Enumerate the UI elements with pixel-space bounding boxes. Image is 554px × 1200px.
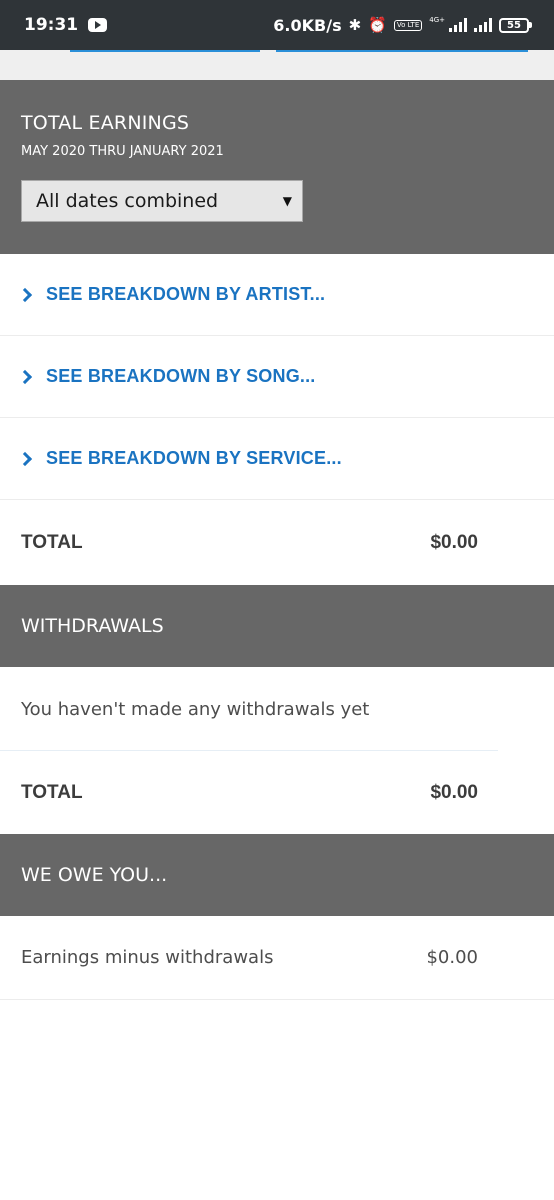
withdrawals-total-label: TOTAL [21,781,83,803]
battery-tip [529,22,532,28]
owed-row: Earnings minus withdrawals $0.00 [0,916,554,1000]
owed-label: Earnings minus withdrawals [21,947,274,968]
dropdown-arrow-icon: ▼ [282,194,292,208]
withdrawals-total-row: TOTAL $0.00 [0,751,554,834]
earnings-total-row: TOTAL $0.00 [0,501,554,585]
owed-value: $0.00 [426,947,478,968]
network-type: 4G+ [429,16,445,24]
volte-icon: Vo LTE [393,19,423,31]
chevron-right-icon [17,369,33,384]
breakdown-label: SEE BREAKDOWN BY SONG... [46,366,316,386]
withdrawals-total-value: $0.00 [430,781,478,803]
signal-icon-2 [474,18,492,32]
owed-header: WE OWE YOU... [0,834,554,916]
battery-icon: 55 [499,17,532,33]
date-filter-value: All dates combined [36,190,219,212]
earnings-header: TOTAL EARNINGS MAY 2020 THRU JANUARY 202… [0,80,554,254]
date-filter-select[interactable]: All dates combined ▼ [21,180,303,222]
breakdown-by-artist-link[interactable]: SEE BREAKDOWN BY ARTIST... [0,254,554,336]
earnings-total-label: TOTAL [21,532,83,553]
earnings-date-range: MAY 2020 THRU JANUARY 2021 [21,144,224,159]
owed-title: WE OWE YOU... [21,864,168,886]
status-right: 6.0KB/s ✱ ⏰ Vo LTE 4G+ 55 [273,16,532,35]
breakdown-by-song-link[interactable]: SEE BREAKDOWN BY SONG... [0,336,554,418]
top-tab-strip [0,50,554,80]
bluetooth-icon: ✱ [348,15,362,34]
breakdown-label: SEE BREAKDOWN BY ARTIST... [46,284,326,304]
breakdown-by-service-link[interactable]: SEE BREAKDOWN BY SERVICE... [0,418,554,500]
chevron-right-icon [17,287,33,302]
earnings-total-value: $0.00 [430,532,478,553]
youtube-icon [88,18,108,32]
status-left: 19:31 [24,15,108,35]
battery-level: 55 [499,17,529,33]
tab-indicator-right [276,50,528,52]
chevron-right-icon [17,451,33,466]
status-time: 19:31 [24,15,79,35]
withdrawals-empty-text: You haven't made any withdrawals yet [21,698,370,720]
earnings-title: TOTAL EARNINGS [21,112,190,134]
tab-indicator-left [70,50,260,52]
withdrawals-header: WITHDRAWALS [0,585,554,667]
withdrawals-title: WITHDRAWALS [21,615,164,637]
signal-icon [449,18,467,32]
network-speed: 6.0KB/s [273,15,342,35]
withdrawals-empty-message: You haven't made any withdrawals yet [0,667,554,751]
alarm-icon: ⏰ [368,15,387,34]
status-bar: 19:31 6.0KB/s ✱ ⏰ Vo LTE 4G+ 55 [0,0,554,50]
breakdown-label: SEE BREAKDOWN BY SERVICE... [46,448,342,468]
